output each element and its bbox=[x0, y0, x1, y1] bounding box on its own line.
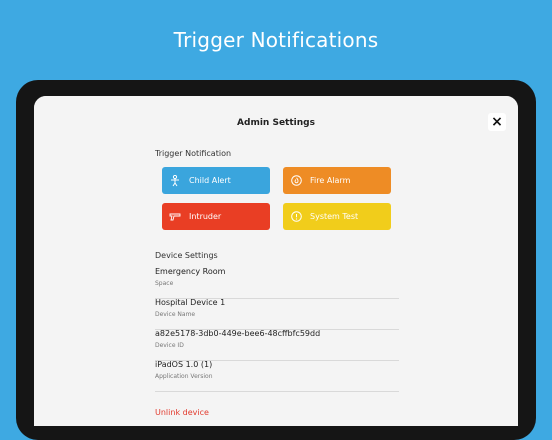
space-value: Emergency Room bbox=[155, 267, 226, 276]
system-test-label: System Test bbox=[310, 212, 359, 221]
device-name-value: Hospital Device 1 bbox=[155, 298, 226, 307]
device-id-value: a82e5178-3db0-449e-bee6-48cffbfc59dd bbox=[155, 329, 321, 338]
app-version-label: Application Version bbox=[155, 373, 213, 380]
device-name-label: Device Name bbox=[155, 311, 196, 318]
device-id-label: Device ID bbox=[155, 342, 184, 349]
fire-icon bbox=[290, 175, 302, 187]
fire-alarm-label: Fire Alarm bbox=[310, 176, 351, 185]
ipad-screen: Admin Settings × Trigger Notification Ch… bbox=[34, 96, 518, 426]
space-label: Space bbox=[155, 280, 174, 287]
trigger-notification-label: Trigger Notification bbox=[155, 149, 232, 158]
child-alert-label: Child Alert bbox=[189, 176, 231, 185]
close-button[interactable]: × bbox=[488, 113, 506, 131]
settings-row-app-version: iPadOS 1.0 (1) Application Version bbox=[155, 360, 399, 392]
child-alert-button[interactable]: Child Alert bbox=[162, 167, 270, 194]
child-icon bbox=[169, 174, 181, 187]
info-icon bbox=[290, 211, 302, 223]
settings-row-space: Emergency Room Space bbox=[155, 267, 399, 299]
app-version-value: iPadOS 1.0 (1) bbox=[155, 360, 213, 369]
settings-row-device-id: a82e5178-3db0-449e-bee6-48cffbfc59dd Dev… bbox=[155, 329, 399, 361]
unlink-device-button[interactable]: Unlink device bbox=[155, 408, 209, 417]
gun-icon bbox=[169, 211, 181, 223]
sheet-title: Admin Settings bbox=[237, 118, 315, 128]
intruder-label: Intruder bbox=[189, 212, 222, 221]
settings-row-device-name: Hospital Device 1 Device Name bbox=[155, 298, 399, 330]
admin-settings-sheet: Admin Settings × Trigger Notification Ch… bbox=[34, 96, 518, 426]
intruder-button[interactable]: Intruder bbox=[162, 203, 270, 230]
fire-alarm-button[interactable]: Fire Alarm bbox=[283, 167, 391, 194]
device-settings-label: Device Settings bbox=[155, 251, 218, 260]
close-icon: × bbox=[491, 114, 503, 130]
hero-title: Trigger Notifications bbox=[173, 28, 379, 52]
system-test-button[interactable]: System Test bbox=[283, 203, 391, 230]
